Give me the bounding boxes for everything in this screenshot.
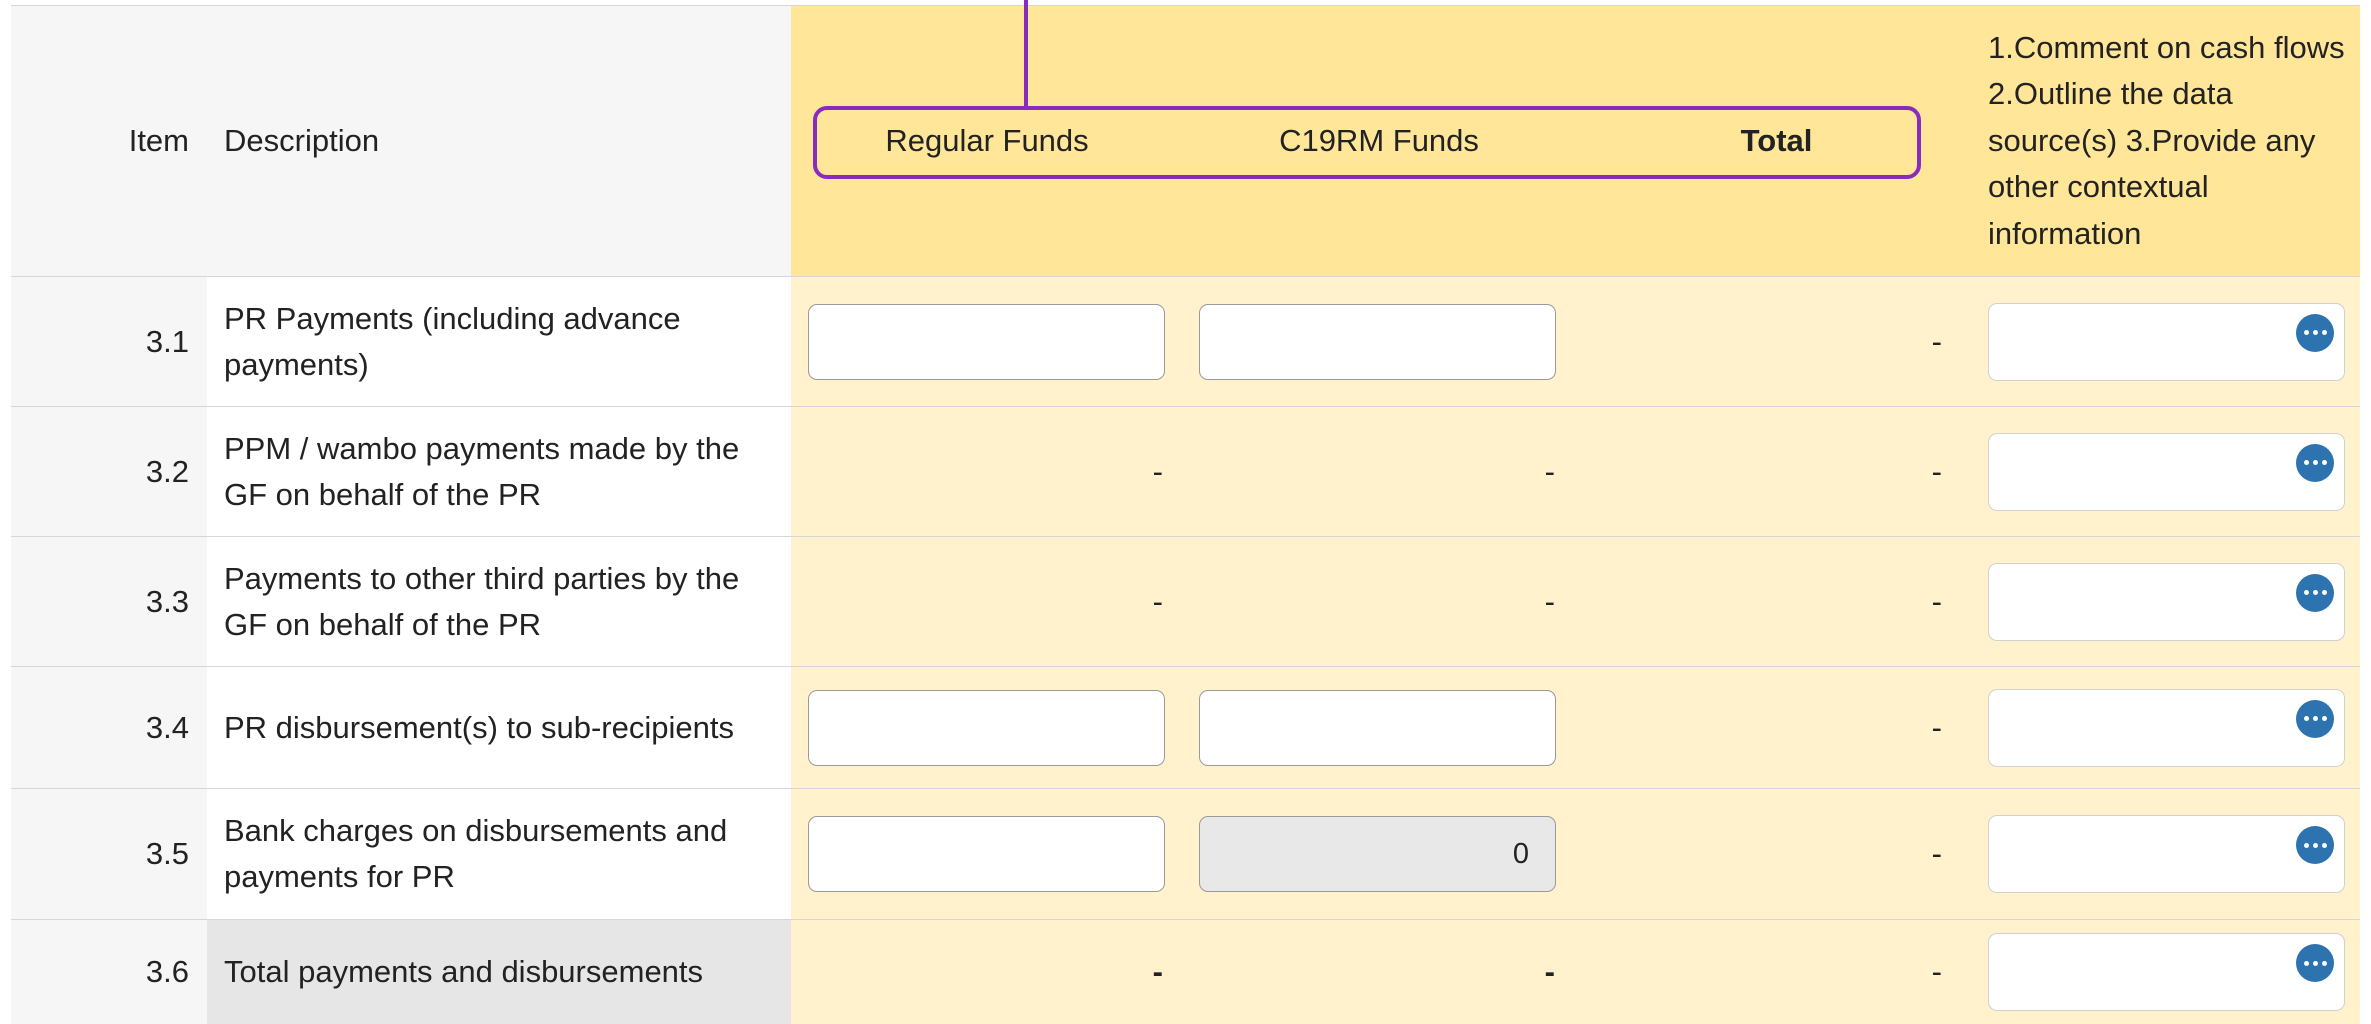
table-row: 3.5Bank charges on disbursements and pay… <box>11 789 2360 920</box>
comment-field-wrap <box>1988 815 2345 893</box>
row-item-number: 3.5 <box>11 789 207 920</box>
header-item: Item <box>11 6 207 277</box>
more-horizontal-icon[interactable] <box>2296 944 2334 982</box>
comment-field-wrap <box>1988 303 2345 381</box>
c19rm-funds-cell-value: - <box>1183 949 1575 995</box>
row-item-number: 3.3 <box>11 537 207 667</box>
comment-field[interactable] <box>1988 303 2345 381</box>
row-description: Total payments and disbursements <box>207 920 791 1024</box>
c19rm-funds-cell-value: - <box>1183 449 1575 495</box>
comment-cell <box>1978 667 2360 789</box>
row-item-number: 3.4 <box>11 667 207 789</box>
regular-funds-cell: - <box>791 537 1183 667</box>
row-item-number: 3.2 <box>11 407 207 537</box>
regular-funds-cell-input[interactable] <box>808 816 1165 892</box>
regular-funds-cell: - <box>791 920 1183 1024</box>
c19rm-funds-cell: - <box>1183 537 1575 667</box>
regular-funds-cell <box>791 667 1183 789</box>
comment-cell <box>1978 277 2360 407</box>
table-row: 3.3Payments to other third parties by th… <box>11 537 2360 667</box>
regular-funds-cell-input[interactable] <box>808 690 1165 766</box>
c19rm-funds-cell <box>1183 277 1575 407</box>
c19rm-funds-cell: - <box>1183 920 1575 1024</box>
regular-funds-cell <box>791 789 1183 920</box>
comment-field[interactable] <box>1988 433 2345 511</box>
header-description: Description <box>207 6 791 277</box>
highlight-connector-line <box>1024 0 1028 107</box>
comment-field[interactable] <box>1988 933 2345 1011</box>
more-horizontal-icon[interactable] <box>2296 574 2334 612</box>
comment-field[interactable] <box>1988 815 2345 893</box>
table-row: 3.1PR Payments (including advance paymen… <box>11 277 2360 407</box>
comment-field-wrap <box>1988 563 2345 641</box>
row-item-number: 3.6 <box>11 920 207 1024</box>
regular-funds-cell <box>791 277 1183 407</box>
c19rm-funds-cell <box>1183 789 1575 920</box>
row-description: PR Payments (including advance payments) <box>207 277 791 407</box>
total-cell: - <box>1575 789 1978 920</box>
regular-funds-cell: - <box>791 407 1183 537</box>
row-description: Payments to other third parties by the G… <box>207 537 791 667</box>
more-horizontal-icon[interactable] <box>2296 444 2334 482</box>
c19rm-funds-cell-input <box>1199 816 1556 892</box>
comment-cell <box>1978 537 2360 667</box>
c19rm-funds-cell-value: - <box>1183 579 1575 625</box>
total-cell: - <box>1575 407 1978 537</box>
regular-funds-cell-value: - <box>791 449 1183 495</box>
row-description: PR disbursement(s) to sub-recipients <box>207 667 791 789</box>
more-horizontal-icon[interactable] <box>2296 314 2334 352</box>
comment-field-wrap <box>1988 689 2345 767</box>
more-horizontal-icon[interactable] <box>2296 826 2334 864</box>
comment-cell <box>1978 407 2360 537</box>
regular-funds-cell-value: - <box>791 949 1183 995</box>
row-description: PPM / wambo payments made by the GF on b… <box>207 407 791 537</box>
c19rm-funds-cell: - <box>1183 407 1575 537</box>
row-description: Bank charges on disbursements and paymen… <box>207 789 791 920</box>
comment-field[interactable] <box>1988 689 2345 767</box>
total-cell: - <box>1575 920 1978 1024</box>
highlight-box <box>813 106 1921 179</box>
row-item-number: 3.1 <box>11 277 207 407</box>
c19rm-funds-cell-input[interactable] <box>1199 690 1556 766</box>
table-row: 3.2PPM / wambo payments made by the GF o… <box>11 407 2360 537</box>
comment-field[interactable] <box>1988 563 2345 641</box>
table-row: 3.4PR disbursement(s) to sub-recipients - <box>11 667 2360 789</box>
c19rm-funds-cell-input[interactable] <box>1199 304 1556 380</box>
header-comment: 1.Comment on cash flows 2.Outline the da… <box>1978 6 2360 277</box>
table-row: 3.6Total payments and disbursements--- <box>11 920 2360 1024</box>
regular-funds-cell-value: - <box>791 579 1183 625</box>
comment-field-wrap <box>1988 433 2345 511</box>
c19rm-funds-cell <box>1183 667 1575 789</box>
comment-cell <box>1978 789 2360 920</box>
comment-field-wrap <box>1988 933 2345 1011</box>
total-cell: - <box>1575 277 1978 407</box>
regular-funds-cell-input[interactable] <box>808 304 1165 380</box>
total-cell: - <box>1575 537 1978 667</box>
comment-cell <box>1978 920 2360 1024</box>
total-cell: - <box>1575 667 1978 789</box>
more-horizontal-icon[interactable] <box>2296 700 2334 738</box>
